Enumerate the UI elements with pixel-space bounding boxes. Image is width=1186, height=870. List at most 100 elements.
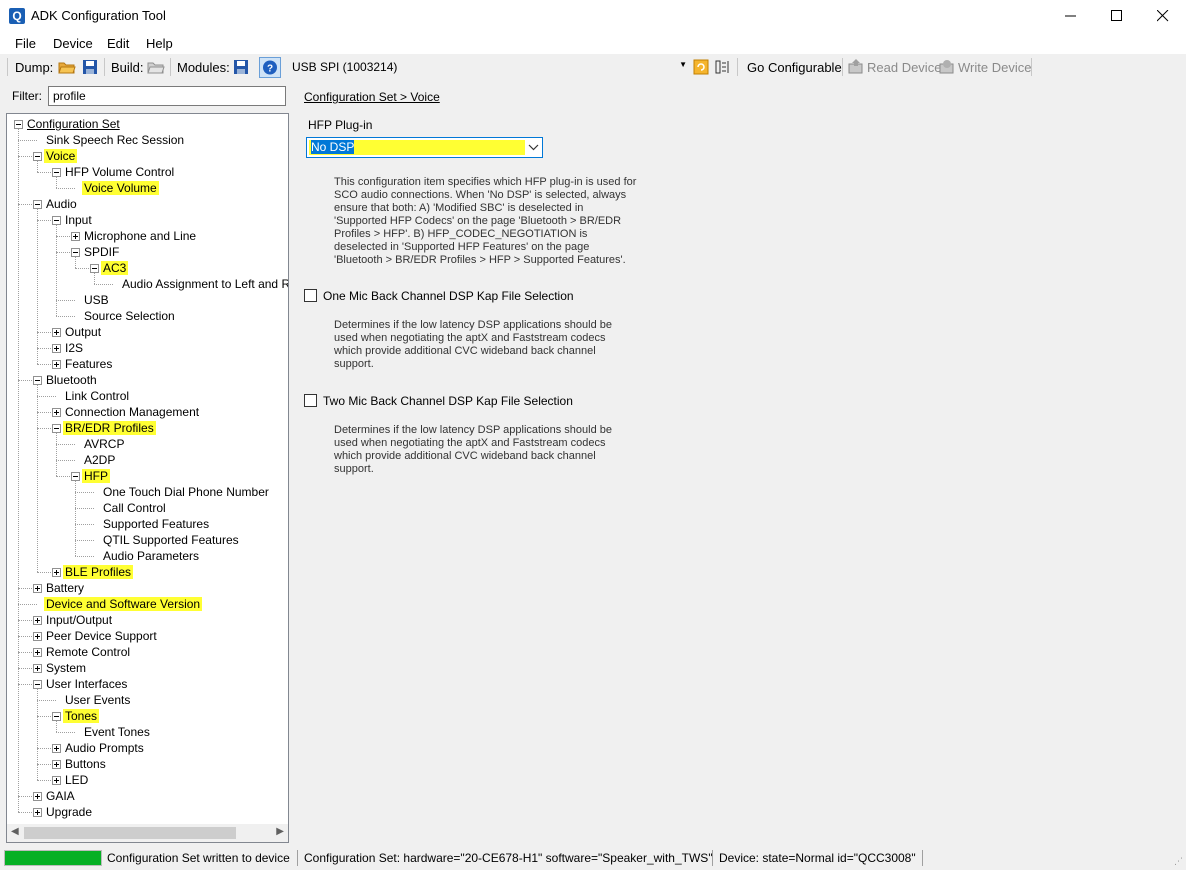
tree-item-ble-profiles[interactable]: BLE Profiles: [63, 564, 134, 580]
one-mic-label[interactable]: One Mic Back Channel DSP Kap File Select…: [323, 289, 574, 303]
tree-item-features[interactable]: Features: [63, 356, 114, 372]
tree-item-user-interfaces[interactable]: User Interfaces: [44, 676, 129, 692]
collapse-icon[interactable]: [33, 680, 42, 689]
collapse-icon[interactable]: [52, 712, 61, 721]
go-configurable-button[interactable]: Go Configurable: [747, 60, 842, 75]
config-tree[interactable]: Configuration Set Sink Speech Rec Session…: [6, 113, 289, 843]
open-folder-icon[interactable]: [58, 58, 76, 76]
tree-item-audio-assignment-to-left-and-right[interactable]: Audio Assignment to Left and Right: [120, 276, 288, 292]
expand-icon[interactable]: [52, 408, 61, 417]
tree-item-output[interactable]: Output: [63, 324, 103, 340]
tree-item-supported-features[interactable]: Supported Features: [101, 516, 211, 532]
expand-icon[interactable]: [52, 344, 61, 353]
two-mic-checkbox[interactable]: [304, 394, 317, 407]
tree-item-microphone-and-line[interactable]: Microphone and Line: [82, 228, 198, 244]
maximize-button[interactable]: [1094, 0, 1140, 32]
tree-item-buttons[interactable]: Buttons: [63, 756, 108, 772]
tree-item-ac3[interactable]: AC3: [101, 260, 129, 276]
tree-item-hfp[interactable]: HFP: [82, 468, 110, 484]
menu-device[interactable]: Device: [53, 36, 93, 51]
expand-icon[interactable]: [33, 792, 42, 801]
tree-item-audio-prompts[interactable]: Audio Prompts: [63, 740, 146, 756]
expand-icon[interactable]: [71, 232, 80, 241]
menu-edit[interactable]: Edit: [107, 36, 129, 51]
tree-item-source-selection[interactable]: Source Selection: [82, 308, 177, 324]
scroll-right-icon[interactable]: ▶: [276, 826, 284, 837]
expand-icon[interactable]: [33, 584, 42, 593]
tree-item-a2dp[interactable]: A2DP: [82, 452, 117, 468]
minimize-button[interactable]: [1048, 0, 1094, 32]
breadcrumb[interactable]: Configuration Set > Voice: [304, 90, 440, 104]
tree-item-led[interactable]: LED: [63, 772, 90, 788]
device-select[interactable]: USB SPI (1003214) ▼: [287, 58, 689, 77]
tree-item-event-tones[interactable]: Event Tones: [82, 724, 152, 740]
tree-item-audio-parameters[interactable]: Audio Parameters: [101, 548, 201, 564]
scroll-left-icon[interactable]: ◀: [11, 826, 19, 837]
expand-icon[interactable]: [33, 616, 42, 625]
collapse-icon[interactable]: [52, 424, 61, 433]
one-mic-checkbox[interactable]: [304, 289, 317, 302]
collapse-icon[interactable]: [90, 264, 99, 273]
tree-item-battery[interactable]: Battery: [44, 580, 86, 596]
expand-icon[interactable]: [52, 328, 61, 337]
expand-icon[interactable]: [33, 648, 42, 657]
tree-item-gaia[interactable]: GAIA: [44, 788, 77, 804]
refresh-device-icon[interactable]: [692, 58, 710, 76]
build-folder-icon[interactable]: [147, 58, 165, 76]
collapse-icon[interactable]: [33, 152, 42, 161]
scrollbar-thumb[interactable]: [24, 827, 236, 839]
expand-icon[interactable]: [52, 760, 61, 769]
tree-item-br-edr-profiles[interactable]: BR/EDR Profiles: [63, 420, 156, 436]
hfp-plugin-select[interactable]: No DSP: [306, 137, 543, 158]
save-modules-icon[interactable]: [232, 58, 250, 76]
tree-item-audio[interactable]: Audio: [44, 196, 79, 212]
collapse-icon[interactable]: [14, 120, 23, 129]
read-device-button[interactable]: Read Device: [867, 60, 941, 75]
expand-icon[interactable]: [33, 664, 42, 673]
two-mic-label[interactable]: Two Mic Back Channel DSP Kap File Select…: [323, 394, 573, 408]
tree-item-spdif[interactable]: SPDIF: [82, 244, 121, 260]
collapse-icon[interactable]: [33, 376, 42, 385]
tree-item-hfp-volume-control[interactable]: HFP Volume Control: [63, 164, 176, 180]
tree-item-one-touch-dial-phone-number[interactable]: One Touch Dial Phone Number: [101, 484, 271, 500]
tree-item-connection-management[interactable]: Connection Management: [63, 404, 201, 420]
tree-item-i2s[interactable]: I2S: [63, 340, 85, 356]
collapse-icon[interactable]: [71, 248, 80, 257]
expand-icon[interactable]: [33, 632, 42, 641]
expand-icon[interactable]: [52, 568, 61, 577]
tree-item-qtil-supported-features[interactable]: QTIL Supported Features: [101, 532, 241, 548]
tree-item-user-events[interactable]: User Events: [63, 692, 132, 708]
close-button[interactable]: [1140, 0, 1186, 32]
tree-item-usb[interactable]: USB: [82, 292, 111, 308]
tree-item-remote-control[interactable]: Remote Control: [44, 644, 132, 660]
help-toggle-icon[interactable]: ?: [259, 57, 281, 78]
write-device-button[interactable]: Write Device: [958, 60, 1031, 75]
menu-file[interactable]: File: [15, 36, 36, 51]
tree-item-peer-device-support[interactable]: Peer Device Support: [44, 628, 159, 644]
collapse-icon[interactable]: [52, 216, 61, 225]
expand-icon[interactable]: [52, 744, 61, 753]
tree-item-device-and-software-version[interactable]: Device and Software Version: [44, 596, 203, 612]
collapse-icon[interactable]: [52, 168, 61, 177]
tree-item-call-control[interactable]: Call Control: [101, 500, 168, 516]
expand-icon[interactable]: [52, 776, 61, 785]
tree-item-voice[interactable]: Voice: [44, 148, 78, 164]
connect-icon[interactable]: [713, 58, 731, 76]
tree-item-system[interactable]: System: [44, 660, 88, 676]
tree-item-tones[interactable]: Tones: [63, 708, 100, 724]
tree-item-configuration-set[interactable]: Configuration Set: [25, 116, 122, 132]
resize-grip-icon[interactable]: ⋰: [1174, 856, 1183, 867]
expand-icon[interactable]: [52, 360, 61, 369]
save-dump-icon[interactable]: [81, 58, 99, 76]
tree-item-voice-volume[interactable]: Voice Volume: [82, 180, 159, 196]
tree-item-input[interactable]: Input: [63, 212, 94, 228]
tree-item-link-control[interactable]: Link Control: [63, 388, 131, 404]
tree-horizontal-scrollbar[interactable]: ◀ ▶: [7, 824, 288, 842]
expand-icon[interactable]: [33, 808, 42, 817]
collapse-icon[interactable]: [33, 200, 42, 209]
menu-help[interactable]: Help: [146, 36, 173, 51]
collapse-icon[interactable]: [71, 472, 80, 481]
tree-item-input-output[interactable]: Input/Output: [44, 612, 114, 628]
tree-item-bluetooth[interactable]: Bluetooth: [44, 372, 99, 388]
filter-input[interactable]: [48, 86, 286, 106]
